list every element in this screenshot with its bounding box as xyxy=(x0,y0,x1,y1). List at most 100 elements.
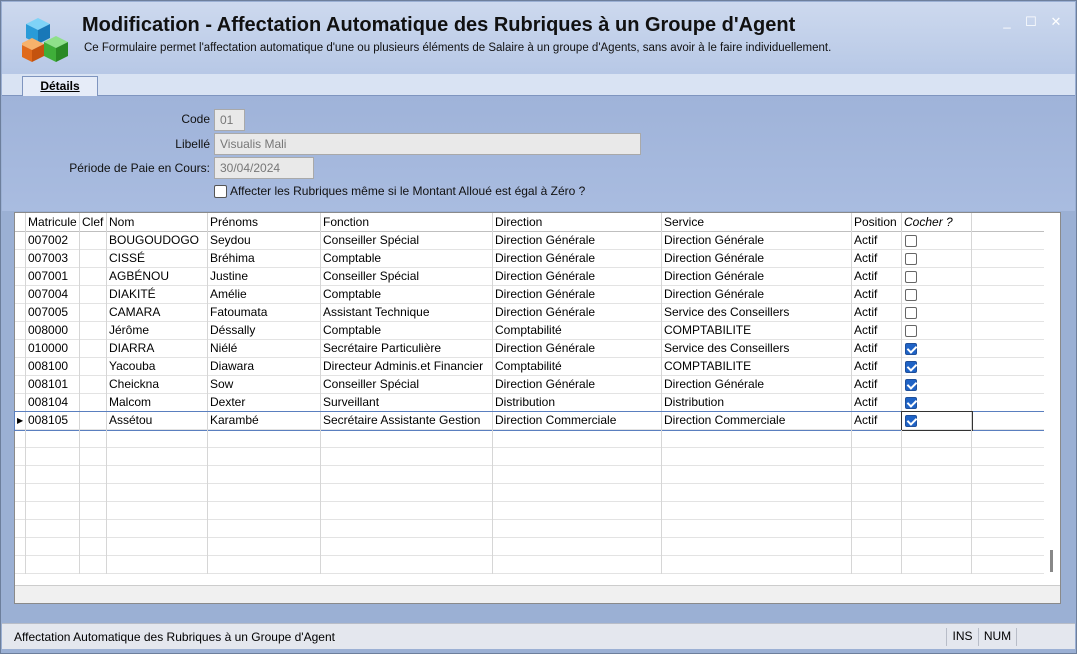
cell-prenoms[interactable] xyxy=(208,484,321,502)
row-checkbox[interactable] xyxy=(905,271,917,283)
cell-matricule[interactable]: 008105 xyxy=(26,412,80,430)
cell-position[interactable] xyxy=(852,430,902,448)
cell-position[interactable]: Actif xyxy=(852,340,902,358)
vertical-scrollbar[interactable] xyxy=(1044,213,1060,585)
empty-table-row[interactable] xyxy=(15,448,1044,466)
cell-position[interactable]: Actif xyxy=(852,394,902,412)
cell-service[interactable]: Service des Conseillers xyxy=(662,304,852,322)
cell-prenoms[interactable] xyxy=(208,448,321,466)
row-checkbox[interactable] xyxy=(905,415,917,427)
cell-position[interactable] xyxy=(852,502,902,520)
cell-service[interactable] xyxy=(662,502,852,520)
cell-nom[interactable]: Assétou xyxy=(107,412,208,430)
libelle-field[interactable]: Visualis Mali xyxy=(214,133,641,155)
cell-direction[interactable] xyxy=(493,466,662,484)
cell-nom[interactable]: DIAKITÉ xyxy=(107,286,208,304)
cell-clef[interactable] xyxy=(80,556,107,574)
cell-matricule[interactable]: 007003 xyxy=(26,250,80,268)
table-row[interactable]: 007005 CAMARA Fatoumata Assistant Technique… xyxy=(15,304,1044,322)
cell-position[interactable] xyxy=(852,466,902,484)
cell-service[interactable] xyxy=(662,466,852,484)
cell-fonction[interactable]: Comptable xyxy=(321,250,493,268)
cell-prenoms[interactable] xyxy=(208,556,321,574)
column-header-cocher[interactable]: Cocher ? xyxy=(902,213,972,232)
code-field[interactable]: 01 xyxy=(214,109,245,131)
cell-fonction[interactable]: Comptable xyxy=(321,322,493,340)
cell-service[interactable]: Distribution xyxy=(662,394,852,412)
empty-table-row[interactable] xyxy=(15,430,1044,448)
cell-clef[interactable] xyxy=(80,304,107,322)
cell-clef[interactable] xyxy=(80,322,107,340)
cell-position[interactable] xyxy=(852,556,902,574)
empty-table-row[interactable] xyxy=(15,556,1044,574)
cell-direction[interactable] xyxy=(493,520,662,538)
cell-direction[interactable]: Comptabilité xyxy=(493,322,662,340)
cell-matricule[interactable]: 007001 xyxy=(26,268,80,286)
cell-matricule[interactable]: 008101 xyxy=(26,376,80,394)
cell-direction[interactable] xyxy=(493,502,662,520)
cell-prenoms[interactable]: Justine xyxy=(208,268,321,286)
cell-nom[interactable]: Cheickna xyxy=(107,376,208,394)
cell-position[interactable]: Actif xyxy=(852,322,902,340)
column-header-direction[interactable]: Direction xyxy=(493,213,662,232)
cell-matricule[interactable] xyxy=(26,556,80,574)
table-row[interactable]: ▶ 008105 Assétou Karambé Secrétaire Assistan… xyxy=(14,411,1045,431)
row-indicator[interactable] xyxy=(15,304,26,322)
row-indicator[interactable] xyxy=(15,322,26,340)
cell-clef[interactable] xyxy=(80,520,107,538)
cell-service[interactable]: COMPTABILITE xyxy=(662,358,852,376)
empty-table-row[interactable] xyxy=(15,520,1044,538)
table-row[interactable]: 008000 Jérôme Déssally Comptable Comptabilit… xyxy=(15,322,1044,340)
cell-fonction[interactable] xyxy=(321,556,493,574)
cell-clef[interactable] xyxy=(80,268,107,286)
row-indicator[interactable] xyxy=(15,502,26,520)
row-checkbox[interactable] xyxy=(905,289,917,301)
cell-clef[interactable] xyxy=(80,250,107,268)
horizontal-scrollbar[interactable] xyxy=(15,585,1060,603)
cell-prenoms[interactable]: Amélie xyxy=(208,286,321,304)
row-indicator[interactable] xyxy=(15,232,26,250)
cell-clef[interactable] xyxy=(80,538,107,556)
row-indicator[interactable] xyxy=(15,520,26,538)
cell-service[interactable]: Direction Générale xyxy=(662,232,852,250)
cell-matricule[interactable] xyxy=(26,502,80,520)
minimize-button[interactable]: _ xyxy=(996,12,1018,34)
cell-fonction[interactable] xyxy=(321,520,493,538)
empty-table-row[interactable] xyxy=(15,466,1044,484)
row-indicator[interactable] xyxy=(15,448,26,466)
cell-matricule[interactable]: 008104 xyxy=(26,394,80,412)
cell-matricule[interactable]: 007004 xyxy=(26,286,80,304)
cell-position[interactable]: Actif xyxy=(852,412,902,430)
row-indicator[interactable] xyxy=(15,250,26,268)
row-indicator[interactable] xyxy=(15,394,26,412)
row-indicator[interactable] xyxy=(15,376,26,394)
cell-fonction[interactable] xyxy=(321,430,493,448)
row-indicator[interactable] xyxy=(15,466,26,484)
cell-nom[interactable] xyxy=(107,448,208,466)
cell-clef[interactable] xyxy=(80,340,107,358)
cell-nom[interactable]: DIARRA xyxy=(107,340,208,358)
cell-matricule[interactable] xyxy=(26,466,80,484)
cell-position[interactable]: Actif xyxy=(852,376,902,394)
table-row[interactable]: 008101 Cheickna Sow Conseiller Spécial Direc… xyxy=(15,376,1044,394)
cell-nom[interactable]: AGBÉNOU xyxy=(107,268,208,286)
cell-position[interactable]: Actif xyxy=(852,358,902,376)
cell-position[interactable] xyxy=(852,484,902,502)
cell-clef[interactable] xyxy=(80,502,107,520)
cell-nom[interactable]: CISSÉ xyxy=(107,250,208,268)
cell-direction[interactable]: Direction Générale xyxy=(493,340,662,358)
cell-clef[interactable] xyxy=(80,484,107,502)
cell-direction[interactable] xyxy=(493,556,662,574)
row-checkbox[interactable] xyxy=(905,307,917,319)
cell-matricule[interactable]: 007005 xyxy=(26,304,80,322)
cell-clef[interactable] xyxy=(80,376,107,394)
cell-clef[interactable] xyxy=(80,430,107,448)
cell-service[interactable] xyxy=(662,538,852,556)
periode-field[interactable]: 30/04/2024 xyxy=(214,157,314,179)
cell-nom[interactable] xyxy=(107,538,208,556)
cell-fonction[interactable]: Secrétaire Particulière xyxy=(321,340,493,358)
cell-prenoms[interactable]: Dexter xyxy=(208,394,321,412)
cell-direction[interactable] xyxy=(493,448,662,466)
table-row[interactable]: 008100 Yacouba Diawara Directeur Adminis.et… xyxy=(15,358,1044,376)
cell-nom[interactable] xyxy=(107,484,208,502)
